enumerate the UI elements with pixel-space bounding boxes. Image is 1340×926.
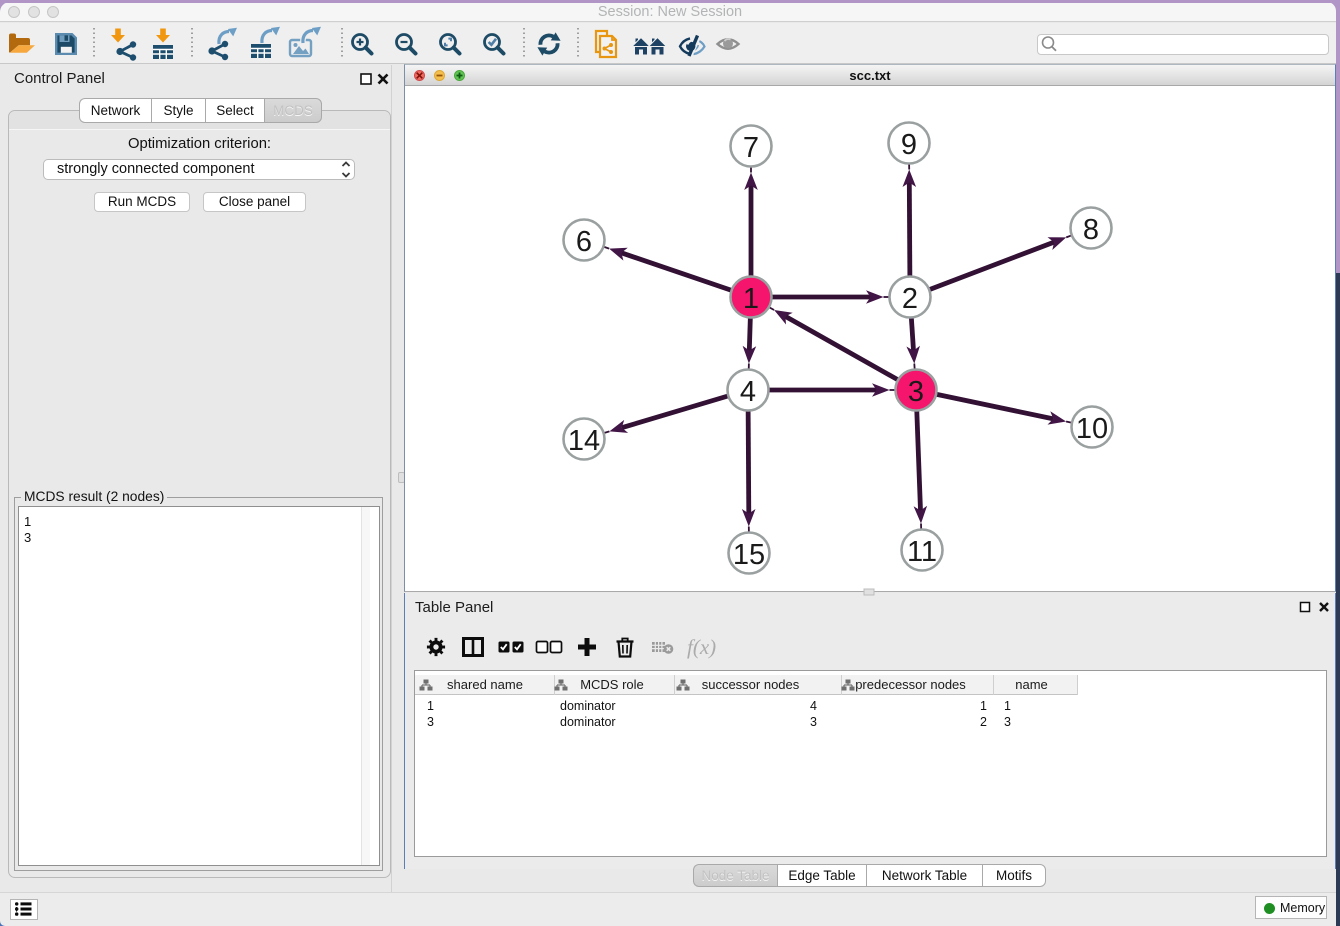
svg-text:f(x): f(x) bbox=[687, 635, 716, 659]
svg-text:11: 11 bbox=[907, 536, 937, 568]
svg-text:4: 4 bbox=[740, 376, 756, 408]
svg-text:15: 15 bbox=[733, 539, 765, 571]
svg-text:9: 9 bbox=[901, 129, 917, 161]
svg-text:6: 6 bbox=[576, 226, 592, 258]
svg-text:1: 1 bbox=[743, 283, 759, 315]
svg-text:14: 14 bbox=[568, 425, 600, 457]
svg-text:10: 10 bbox=[1076, 413, 1108, 445]
svg-text:2: 2 bbox=[902, 283, 918, 315]
svg-text:7: 7 bbox=[743, 132, 759, 164]
svg-text:3: 3 bbox=[908, 376, 924, 408]
svg-text:8: 8 bbox=[1083, 214, 1099, 246]
